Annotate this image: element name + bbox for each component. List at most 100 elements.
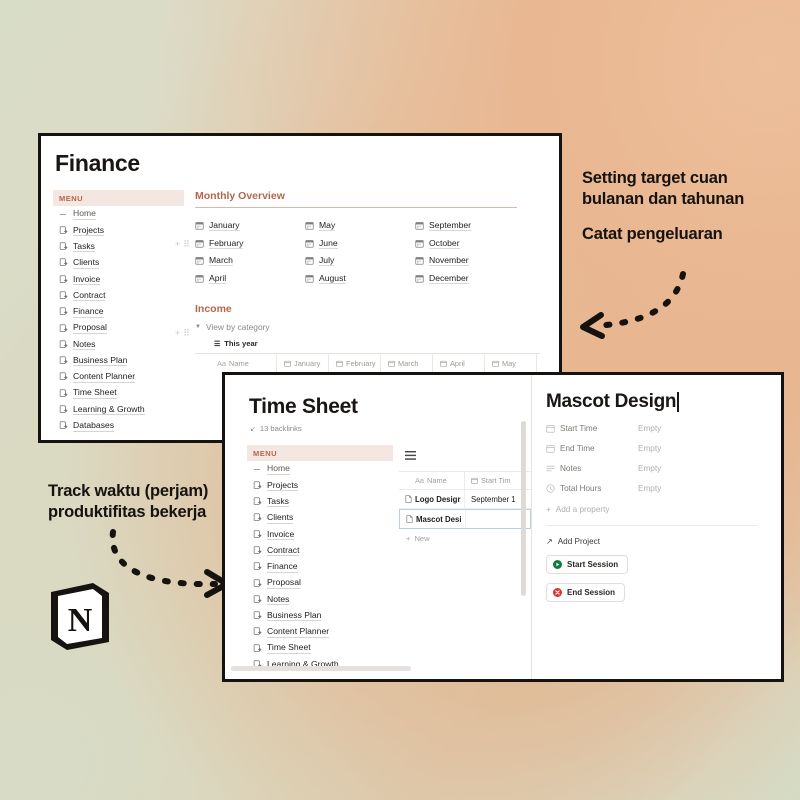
property-row[interactable]: End Time Empty [546,444,781,453]
property-value[interactable]: Empty [638,484,661,493]
sidebar-item-label: Projects [73,224,105,237]
table-column-header[interactable]: March [381,354,433,373]
page-icon [59,340,68,348]
month-link-january[interactable]: January [195,217,305,235]
add-property-button[interactable]: + Add a property [546,505,781,514]
sidebar-item-label: Time Sheet [267,642,311,654]
view-by-category-toggle[interactable]: ▼ View by category [195,322,559,332]
sidebar-item-home[interactable]: Home [53,206,183,222]
month-link-july[interactable]: July [305,252,415,270]
sidebar-item-projects[interactable]: Projects [247,477,393,493]
sidebar-item-notes[interactable]: Notes [247,591,393,607]
sidebar-menu-header: MENU [53,190,184,206]
sidebar-item-proposal[interactable]: Proposal [247,575,393,591]
table-column-header[interactable]: Aa Name [195,354,277,373]
sidebar-item-finance[interactable]: Finance [247,559,393,575]
table-row[interactable]: Mascot Desi [399,509,531,530]
column-label: March [398,358,419,368]
month-label: October [429,237,460,249]
property-value[interactable]: Empty [638,444,661,453]
sidebar-item-time-sheet[interactable]: Time Sheet [53,385,183,401]
hamburger-menu-icon[interactable] [405,451,416,460]
property-value[interactable]: Empty [638,464,661,473]
sidebar-item-learning-growth[interactable]: Learning & Growth [53,401,183,417]
calendar-icon [195,222,204,230]
table-column-header[interactable]: Start Tim [465,472,511,489]
sidebar-item-label: Business Plan [73,354,128,367]
income-block-handles[interactable]: + ⠿ [175,328,190,339]
sidebar-item-business-plan[interactable]: Business Plan [53,353,183,369]
sidebar-item-label: Databases [73,420,115,432]
drag-handle-icon[interactable]: ⠿ [183,239,190,250]
add-block-icon[interactable]: + [175,328,180,339]
month-label: February [209,237,244,249]
month-link-december[interactable]: December [415,270,525,288]
calendar-icon [471,477,478,484]
table-column-header[interactable]: April [433,354,485,373]
months-column-1: January February March April [195,217,305,287]
month-label: September [429,220,472,232]
month-link-may[interactable]: May [305,217,415,235]
row-start-time-cell[interactable]: September 1 [465,490,516,508]
sidebar-item-invoice[interactable]: Invoice [53,271,183,287]
months-grid: January February March April May June July Aug… [195,217,525,287]
add-project-button[interactable]: ↗ Add Project [546,537,781,546]
table-row[interactable]: Logo Desigr September 1 [399,490,531,510]
stop-icon [553,588,562,597]
horizontal-scrollbar[interactable] [231,666,411,671]
month-link-june[interactable]: June [305,235,415,253]
sidebar-item-finance[interactable]: Finance [53,304,183,320]
calendar-icon [546,445,555,453]
backlinks-link[interactable]: ↙ 13 backlinks [250,424,531,433]
table-column-header[interactable]: February [329,354,381,373]
sidebar-item-clients[interactable]: Clients [53,255,183,271]
property-row[interactable]: Total Hours Empty [546,484,781,493]
month-link-february[interactable]: February [195,235,305,253]
row-start-time-cell[interactable] [466,510,472,528]
this-year-view-tab[interactable]: ☰ This year [214,339,559,348]
sidebar-item-databases[interactable]: Databases [53,418,183,434]
table-column-header[interactable]: May [485,354,537,373]
month-link-september[interactable]: September [415,217,525,235]
sidebar-item-tasks[interactable]: Tasks [247,494,393,510]
sidebar-item-content-planner[interactable]: Content Planner [53,369,183,385]
table-column-header[interactable]: January [277,354,329,373]
month-link-october[interactable]: October [415,235,525,253]
add-block-icon[interactable]: + [175,239,180,250]
month-link-november[interactable]: November [415,252,525,270]
sidebar-item-home[interactable]: Home [247,461,393,477]
income-table-header: Aa Name January February March April May [195,354,540,373]
sidebar-item-label: Clients [73,257,100,269]
row-name-cell[interactable]: Logo Desigr [399,490,465,509]
timesheet-table-header: Aa Name Start Tim [399,471,531,491]
sidebar-item-business-plan[interactable]: Business Plan [247,608,393,624]
month-link-august[interactable]: August [305,270,415,288]
month-link-march[interactable]: March [195,252,305,270]
sidebar-item-notes[interactable]: Notes [53,336,183,352]
end-session-button[interactable]: End Session [546,583,626,602]
sidebar-item-contract[interactable]: Contract [247,542,393,558]
property-row[interactable]: Start Time Empty [546,424,781,433]
page-icon [59,258,68,267]
block-handles[interactable]: + ⠿ [175,239,190,250]
sidebar-item-proposal[interactable]: Proposal [53,320,183,336]
sidebar-item-clients[interactable]: Clients [247,510,393,526]
sidebar-item-content-planner[interactable]: Content Planner [247,624,393,640]
month-link-april[interactable]: April [195,270,305,288]
sidebar-item-label: Business Plan [267,609,322,622]
row-name-label: Logo Desigr [415,494,461,504]
property-value[interactable]: Empty [638,424,661,433]
start-session-button[interactable]: Start Session [546,555,629,574]
new-row-button[interactable]: + New [399,529,531,543]
sidebar-item-invoice[interactable]: Invoice [247,526,393,542]
sidebar-item-tasks[interactable]: Tasks [53,239,183,255]
drag-handle-icon[interactable]: ⠿ [183,328,190,339]
sidebar-item-projects[interactable]: Projects [53,222,183,238]
sidebar-item-time-sheet[interactable]: Time Sheet [247,640,393,656]
row-name-cell[interactable]: Mascot Desi [400,510,466,529]
vertical-scrollbar[interactable] [521,421,526,596]
sidebar-item-contract[interactable]: Contract [53,287,183,303]
table-column-header[interactable]: Aa Name [399,472,465,490]
property-row[interactable]: Notes Empty [546,464,781,473]
start-session-label: Start Session [567,560,619,569]
